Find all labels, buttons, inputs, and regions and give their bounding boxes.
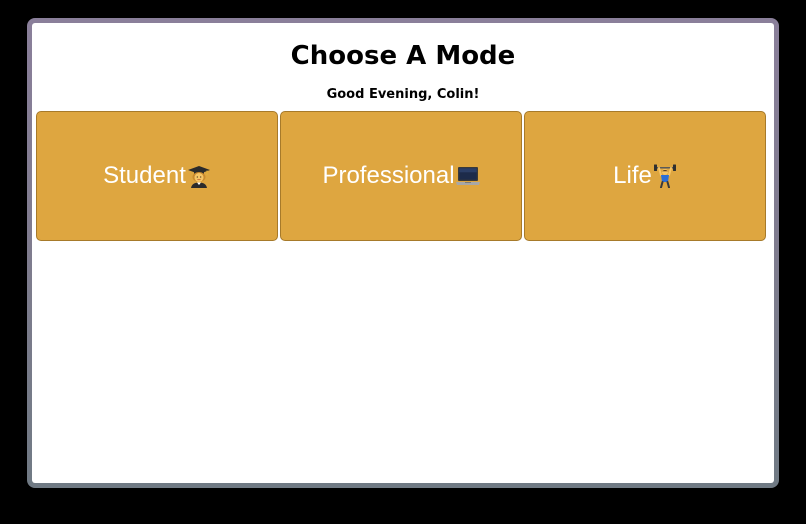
student-graduate-icon — [187, 166, 210, 188]
life-mode-content: Life — [613, 164, 677, 188]
page-title: Choose A Mode — [290, 41, 516, 71]
mode-options: Student Professional Life — [36, 111, 766, 241]
life-mode-button[interactable]: Life — [524, 111, 766, 241]
student-mode-button[interactable]: Student — [36, 111, 278, 241]
professional-mode-button[interactable]: Professional — [280, 111, 522, 241]
app-surface: Choose A Mode Good Evening, Colin! Stude… — [32, 23, 774, 483]
professional-mode-label: Professional — [322, 162, 455, 189]
professional-mode-content: Professional — [322, 162, 480, 189]
laptop-icon — [455, 167, 480, 185]
app-window: Choose A Mode Good Evening, Colin! Stude… — [27, 18, 779, 488]
student-mode-label: Student — [103, 162, 186, 189]
weightlifter-icon — [653, 164, 676, 188]
student-mode-content: Student — [103, 164, 211, 188]
greeting-text: Good Evening, Colin! — [326, 87, 480, 102]
life-mode-label: Life — [613, 162, 652, 189]
